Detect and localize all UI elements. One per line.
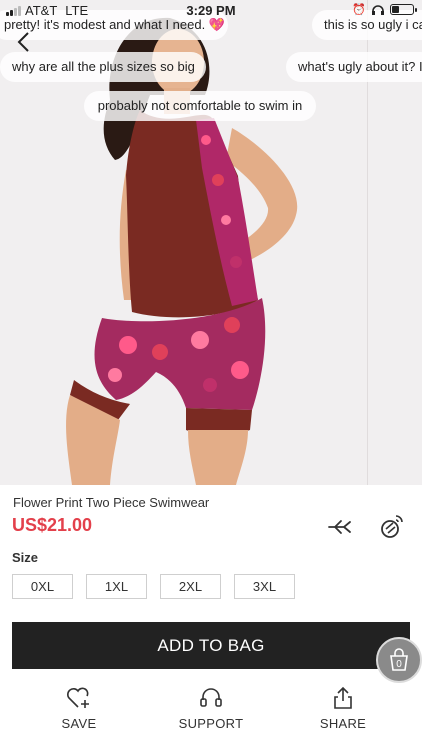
share-icon	[334, 686, 352, 709]
comment-bubble[interactable]: probably not comfortable to swim in	[84, 91, 316, 121]
satellite-icon[interactable]	[376, 512, 406, 542]
comment-text: why are all the plus sizes so big	[12, 59, 195, 74]
comment-bubble[interactable]: why are all the plus sizes so big	[0, 52, 206, 82]
product-title: Flower Print Two Piece Swimwear	[13, 495, 210, 510]
save-button[interactable]: SAVE	[34, 686, 124, 731]
size-option-3xl[interactable]: 3XL	[234, 574, 295, 599]
size-option-1xl[interactable]: 1XL	[86, 574, 147, 599]
alarm-icon: ⏰	[352, 4, 366, 16]
size-label: Size	[12, 550, 39, 565]
comment-text: probably not comfortable to swim in	[97, 98, 303, 113]
cart-count: 0	[396, 659, 402, 670]
status-bar: AT&T LTE 3:29 PM ⏰	[0, 0, 422, 20]
save-label: SAVE	[61, 716, 97, 731]
support-button[interactable]: SUPPORT	[166, 686, 256, 731]
headphones-icon	[372, 4, 384, 15]
cast-icon[interactable]	[326, 512, 356, 542]
battery-icon	[390, 4, 417, 15]
add-to-bag-button[interactable]: ADD TO BAG	[12, 622, 410, 669]
size-option-2xl[interactable]: 2XL	[160, 574, 221, 599]
bottom-action-bar: SAVE SUPPORT SHARE	[0, 686, 422, 736]
back-arrow-icon[interactable]	[12, 30, 36, 54]
size-options: 0XL 1XL 2XL 3XL	[12, 574, 295, 599]
size-option-0xl[interactable]: 0XL	[12, 574, 73, 599]
product-price: US$21.00	[12, 515, 93, 535]
comment-text: what's ugly about it? I	[298, 59, 422, 74]
support-label: SUPPORT	[178, 716, 244, 731]
share-label: SHARE	[319, 716, 367, 731]
comment-bubble[interactable]: what's ugly about it? I	[286, 52, 422, 82]
share-button[interactable]: SHARE	[298, 686, 388, 731]
heart-plus-icon	[67, 687, 89, 708]
status-right: ⏰	[352, 3, 417, 16]
cart-button[interactable]: 0	[376, 637, 422, 683]
headset-icon	[200, 688, 222, 707]
